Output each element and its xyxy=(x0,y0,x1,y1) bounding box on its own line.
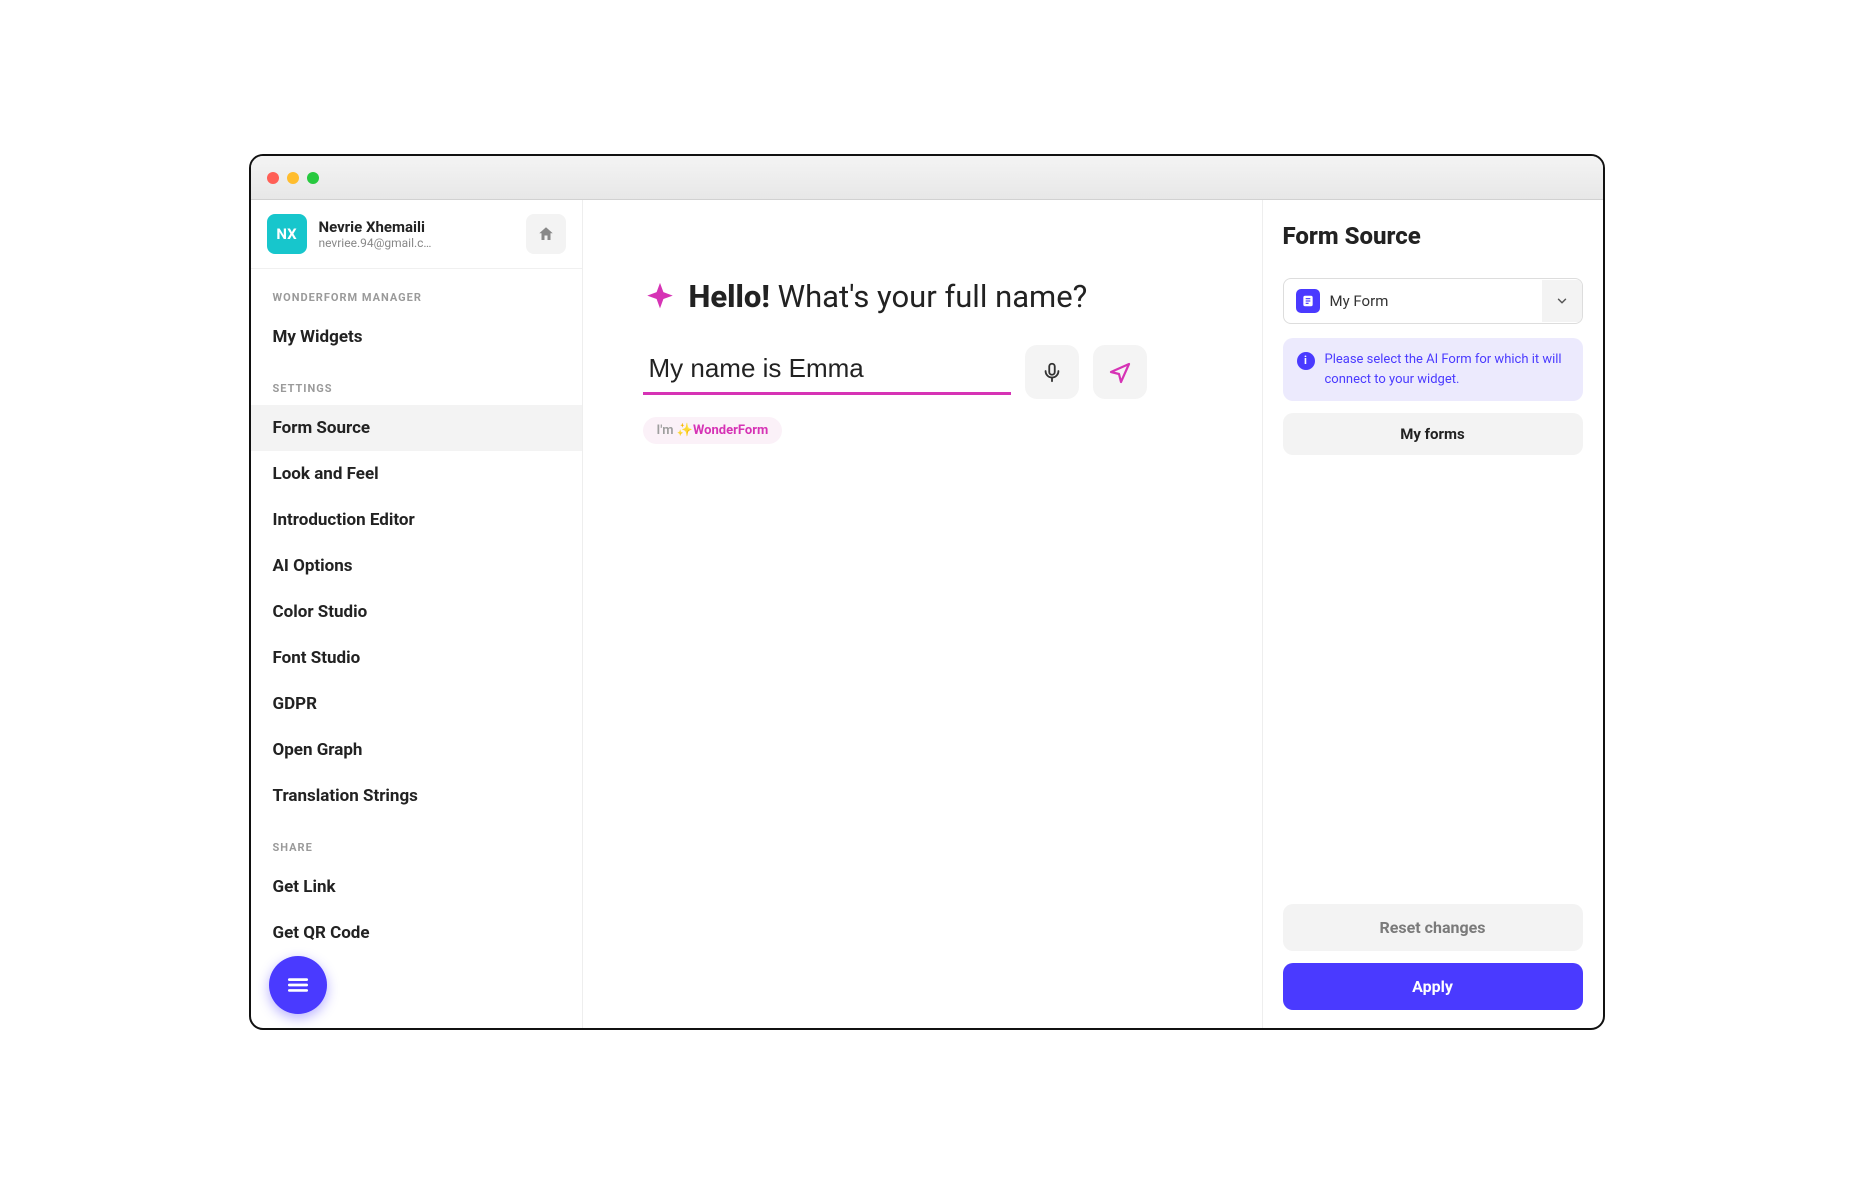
form-select[interactable]: My Form xyxy=(1283,278,1583,324)
preview-area: Hello! What's your full name? I'm ✨Wonde… xyxy=(583,200,1263,1028)
nav-font-studio[interactable]: Font Studio xyxy=(251,635,582,681)
info-icon: i xyxy=(1297,352,1315,370)
prompt-hello: Hello! xyxy=(689,278,770,315)
sparkle-icon xyxy=(643,280,677,314)
prompt-text: Hello! What's your full name? xyxy=(689,278,1088,315)
nav-open-graph[interactable]: Open Graph xyxy=(251,727,582,773)
input-row xyxy=(643,345,1202,399)
info-text: Please select the AI Form for which it w… xyxy=(1325,350,1569,389)
home-icon xyxy=(537,225,555,243)
chip-sparkle: ✨ xyxy=(677,423,693,438)
section-label-share: SHARE xyxy=(251,819,582,864)
user-email: nevriee.94@gmail.c… xyxy=(319,236,449,250)
info-box: i Please select the AI Form for which it… xyxy=(1283,338,1583,401)
app-body: NX Nevrie Xhemaili nevriee.94@gmail.c… W… xyxy=(251,200,1603,1028)
nav-look-and-feel[interactable]: Look and Feel xyxy=(251,451,582,497)
window-zoom-dot[interactable] xyxy=(307,172,319,184)
chip-brand: WonderForm xyxy=(693,423,768,438)
answer-input[interactable] xyxy=(649,353,1005,384)
window-minimize-dot[interactable] xyxy=(287,172,299,184)
section-label-settings: SETTINGS xyxy=(251,360,582,405)
menu-fab[interactable] xyxy=(269,956,327,1014)
user-meta: Nevrie Xhemaili nevriee.94@gmail.c… xyxy=(319,218,514,250)
form-select-label: My Form xyxy=(1330,292,1389,310)
menu-icon xyxy=(285,972,311,998)
mic-button[interactable] xyxy=(1025,345,1079,399)
chevron-down-icon xyxy=(1555,294,1569,308)
nav-form-source[interactable]: Form Source xyxy=(251,405,582,451)
reset-button[interactable]: Reset changes xyxy=(1283,904,1583,951)
form-select-caret xyxy=(1542,280,1582,322)
nav-get-qr-code[interactable]: Get QR Code xyxy=(251,910,582,956)
send-button[interactable] xyxy=(1093,345,1147,399)
form-icon xyxy=(1296,289,1320,313)
prompt-question: What's your full name? xyxy=(778,278,1088,315)
brand-chip[interactable]: I'm ✨WonderForm xyxy=(643,417,783,444)
send-icon xyxy=(1108,360,1132,384)
settings-panel: Form Source My Form i Please select the … xyxy=(1263,200,1603,1028)
prompt-row: Hello! What's your full name? xyxy=(643,278,1202,315)
chip-prefix: I'm xyxy=(657,423,677,438)
panel-title: Form Source xyxy=(1283,222,1583,250)
nav-introduction-editor[interactable]: Introduction Editor xyxy=(251,497,582,543)
app-window: NX Nevrie Xhemaili nevriee.94@gmail.c… W… xyxy=(249,154,1605,1030)
user-row: NX Nevrie Xhemaili nevriee.94@gmail.c… xyxy=(251,200,582,269)
window-close-dot[interactable] xyxy=(267,172,279,184)
nav-my-widgets[interactable]: My Widgets xyxy=(251,314,582,360)
mic-icon xyxy=(1041,361,1063,383)
avatar[interactable]: NX xyxy=(267,214,307,254)
apply-button[interactable]: Apply xyxy=(1283,963,1583,1010)
sidebar-scroll[interactable]: WONDERFORM MANAGER My Widgets SETTINGS F… xyxy=(251,269,582,1028)
nav-get-link[interactable]: Get Link xyxy=(251,864,582,910)
nav-ai-options[interactable]: AI Options xyxy=(251,543,582,589)
home-button[interactable] xyxy=(526,214,566,254)
titlebar xyxy=(251,156,1603,200)
text-input-wrap xyxy=(643,349,1011,395)
section-label-manager: WONDERFORM MANAGER xyxy=(251,269,582,314)
user-name: Nevrie Xhemaili xyxy=(319,218,514,236)
sidebar: NX Nevrie Xhemaili nevriee.94@gmail.c… W… xyxy=(251,200,583,1028)
form-select-main: My Form xyxy=(1284,279,1542,323)
nav-color-studio[interactable]: Color Studio xyxy=(251,589,582,635)
my-forms-button[interactable]: My forms xyxy=(1283,413,1583,455)
nav-gdpr[interactable]: GDPR xyxy=(251,681,582,727)
nav-translation-strings[interactable]: Translation Strings xyxy=(251,773,582,819)
